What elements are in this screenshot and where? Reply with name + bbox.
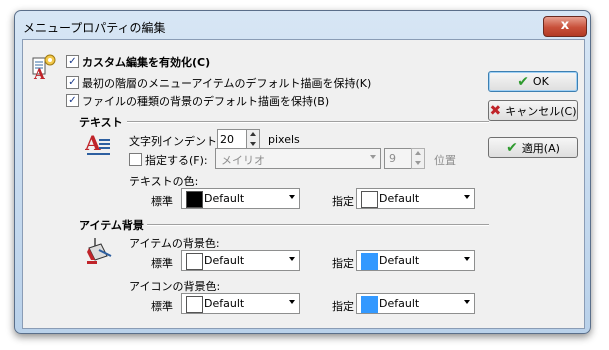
chevron-down-icon <box>464 257 470 261</box>
item-bg-label: アイテムの背景色: <box>129 237 220 250</box>
svg-text:A: A <box>33 67 46 80</box>
text-standard-value: Default <box>204 192 245 205</box>
indent-label: 文字列インデント <box>129 135 217 148</box>
text-style-icon: A <box>84 130 111 158</box>
item-specified-swatch <box>361 253 378 270</box>
icon-standard-swatch <box>186 296 203 313</box>
dialog-window: メニュープロパティの編集 x A ✓ カスタム編集を有効化(C) ✓ 最初の階層… <box>14 10 591 334</box>
text-specified-label: 指定 <box>332 195 354 208</box>
custom-menu-icon: A <box>31 52 57 83</box>
close-icon: x <box>560 18 570 33</box>
text-section-divider <box>127 121 489 123</box>
close-button[interactable]: x <box>543 16 587 37</box>
keep-first-level-checkbox[interactable]: ✓ <box>66 76 79 89</box>
item-standard-color-select[interactable]: Default <box>181 250 300 271</box>
item-standard-swatch <box>186 253 203 270</box>
icon-specified-label: 指定 <box>332 300 354 313</box>
spin-down-icon[interactable] <box>415 161 421 165</box>
text-section-header: テキスト <box>79 116 123 129</box>
chevron-down-icon <box>370 155 376 159</box>
icon-specified-color-select[interactable]: Default <box>356 293 475 314</box>
item-specified-color-select[interactable]: Default <box>356 250 475 271</box>
item-section-header: アイテム背景 <box>79 219 144 232</box>
window-title: メニュープロパティの編集 <box>23 21 166 35</box>
specify-font-checkbox[interactable] <box>129 153 142 166</box>
ok-button[interactable]: ✔ OK <box>488 71 578 92</box>
cancel-button[interactable]: ✖ キャンセル(C) <box>488 100 578 121</box>
indent-input[interactable]: 20 <box>217 129 247 150</box>
spin-up-icon[interactable] <box>250 132 256 136</box>
spin-down-icon[interactable] <box>250 142 256 146</box>
position-label: 位置 <box>434 154 456 167</box>
item-standard-label: 標準 <box>151 257 173 270</box>
font-size-input[interactable]: 9 <box>384 148 412 169</box>
text-specified-swatch <box>361 191 378 208</box>
enable-custom-label: カスタム編集を有効化(C) <box>82 56 211 69</box>
keep-file-bg-label: ファイルの種類の背景のデフォルト描画を保持(B) <box>82 95 330 108</box>
text-specified-color-select[interactable]: Default <box>356 188 475 209</box>
text-color-label: テキストの色: <box>129 175 199 188</box>
icon-standard-color-select[interactable]: Default <box>181 293 300 314</box>
text-standard-label: 標準 <box>151 195 173 208</box>
text-standard-color-select[interactable]: Default <box>181 188 300 209</box>
indent-unit: pixels <box>268 133 300 146</box>
icon-specified-swatch <box>361 296 378 313</box>
indent-value: 20 <box>220 133 234 146</box>
keep-file-bg-checkbox[interactable]: ✓ <box>66 94 79 107</box>
enable-custom-checkbox[interactable]: ✓ <box>66 55 79 68</box>
dialog-client-area: A ✓ カスタム編集を有効化(C) ✓ 最初の階層のメニューアイテムのデフォルト… <box>22 39 585 329</box>
cross-icon: ✖ <box>489 102 502 119</box>
ok-button-label: OK <box>532 75 549 88</box>
cancel-button-label: キャンセル(C) <box>505 104 577 118</box>
chevron-down-icon <box>289 257 295 261</box>
font-size-value: 9 <box>389 152 396 165</box>
spin-up-icon[interactable] <box>415 151 421 155</box>
chevron-down-icon <box>289 300 295 304</box>
chevron-down-icon <box>464 195 470 199</box>
indent-spinner[interactable] <box>246 129 260 150</box>
svg-text:A: A <box>85 131 101 155</box>
specify-font-label: 指定する(F): <box>145 154 208 167</box>
chevron-down-icon <box>464 300 470 304</box>
font-size-spinner[interactable] <box>411 148 425 169</box>
font-select[interactable]: メイリオ <box>215 148 381 169</box>
apply-button-label: 適用(A) <box>521 141 560 155</box>
checkmark-icon: ✔ <box>517 73 529 90</box>
keep-first-level-label: 最初の階層のメニューアイテムのデフォルト描画を保持(K) <box>82 77 372 90</box>
item-standard-value: Default <box>204 254 245 267</box>
apply-button[interactable]: ✔ 適用(A) <box>488 137 578 158</box>
font-select-value: メイリオ <box>221 154 265 167</box>
text-specified-value: Default <box>379 192 420 205</box>
item-specified-value: Default <box>379 254 420 267</box>
icon-bg-label: アイコンの背景色: <box>129 280 221 293</box>
item-section-divider <box>147 224 489 226</box>
icon-standard-label: 標準 <box>151 300 173 313</box>
icon-specified-value: Default <box>379 297 420 310</box>
paint-bucket-icon <box>85 236 113 266</box>
text-standard-swatch <box>186 191 203 208</box>
icon-standard-value: Default <box>204 297 245 310</box>
chevron-down-icon <box>289 195 295 199</box>
item-specified-label: 指定 <box>332 257 354 270</box>
checkmark-icon: ✔ <box>506 139 518 156</box>
